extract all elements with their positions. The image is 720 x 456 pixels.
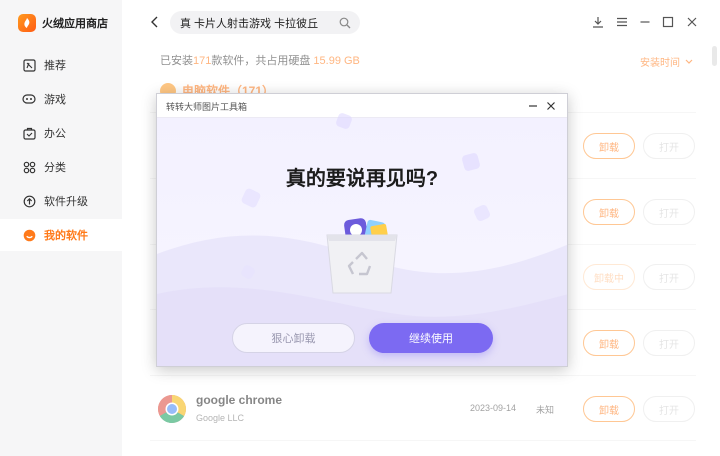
dialog-body: 真的要说再见吗? 狠心卸载 继续使用 bbox=[157, 112, 567, 366]
sidebar-item-games[interactable]: 游戏 bbox=[0, 83, 122, 115]
sidebar-item-label: 软件升级 bbox=[44, 196, 88, 208]
dialog-title: 转转大师图片工具箱 bbox=[166, 102, 248, 112]
back-icon[interactable] bbox=[148, 14, 162, 30]
sidebar-item-category[interactable]: 分类 bbox=[0, 151, 122, 183]
dialog-minimize-icon[interactable] bbox=[527, 100, 539, 112]
my-software-icon bbox=[22, 228, 36, 242]
gamepad-icon bbox=[22, 92, 36, 106]
minimize-icon[interactable] bbox=[638, 15, 652, 29]
search-query[interactable]: 真 卡片人射击游戏 卡拉彼丘 bbox=[180, 15, 339, 31]
confirm-uninstall-button[interactable]: 狠心卸载 bbox=[232, 323, 355, 353]
dialog-heading: 真的要说再见吗? bbox=[285, 168, 439, 190]
dialog-titlebar: 转转大师图片工具箱 bbox=[157, 94, 567, 118]
dialog-close-icon[interactable] bbox=[545, 100, 557, 112]
sidebar-item-label: 游戏 bbox=[44, 94, 66, 106]
search-input[interactable]: 真 卡片人射击游戏 卡拉彼丘 bbox=[170, 11, 360, 34]
close-icon[interactable] bbox=[685, 15, 699, 29]
menu-icon[interactable] bbox=[615, 15, 629, 29]
uninstall-dialog: 转转大师图片工具箱 真的要说再见吗? 狠心卸载 继续使用 bbox=[156, 93, 568, 367]
upgrade-icon bbox=[22, 194, 36, 208]
sidebar-item-label: 推荐 bbox=[44, 60, 66, 72]
search-icon[interactable] bbox=[339, 17, 351, 29]
recommend-icon bbox=[22, 58, 36, 72]
download-icon[interactable] bbox=[591, 15, 605, 29]
app-name: 火绒应用商店 bbox=[42, 18, 108, 30]
sidebar-item-office[interactable]: 办公 bbox=[0, 117, 122, 149]
sidebar-item-label: 办公 bbox=[44, 128, 66, 140]
briefcase-icon bbox=[22, 126, 36, 140]
app-logo-icon bbox=[18, 14, 36, 32]
sidebar-item-my-software[interactable]: 我的软件 bbox=[0, 219, 122, 251]
grid-icon bbox=[22, 160, 36, 174]
sidebar: 火绒应用商店 推荐 游戏 办公 分类 软件升级 我的软件 bbox=[0, 0, 122, 456]
sidebar-item-recommend[interactable]: 推荐 bbox=[0, 49, 122, 81]
keep-using-button[interactable]: 继续使用 bbox=[369, 323, 493, 353]
recycle-bin-icon bbox=[326, 218, 398, 294]
sidebar-item-label: 我的软件 bbox=[44, 230, 88, 242]
brand: 火绒应用商店 bbox=[18, 12, 108, 34]
sidebar-item-label: 分类 bbox=[44, 162, 66, 174]
maximize-icon[interactable] bbox=[661, 15, 675, 29]
sidebar-item-upgrade[interactable]: 软件升级 bbox=[0, 185, 122, 217]
